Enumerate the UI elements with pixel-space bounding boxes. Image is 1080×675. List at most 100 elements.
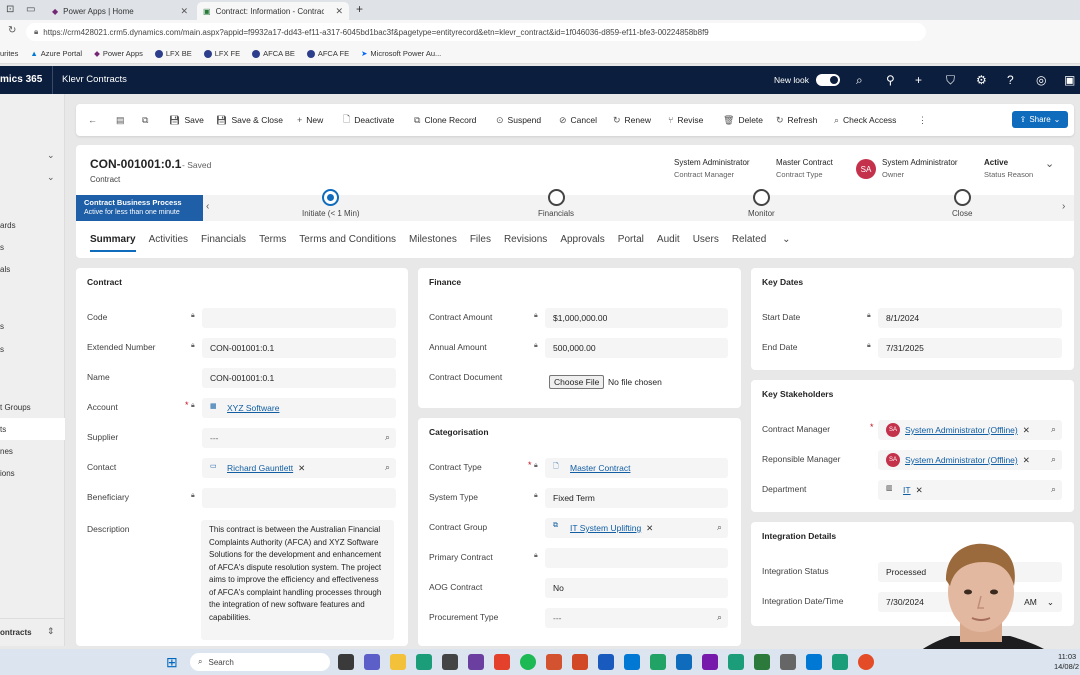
tab-files[interactable]: Files <box>470 234 491 252</box>
contract-group-lookup[interactable]: ⧉ IT System Uplifting ✕ ⌕ <box>545 518 728 538</box>
nav-item[interactable]: t Groups <box>0 403 31 412</box>
contract-amount-input[interactable]: $1,000,000.00 <box>545 308 728 328</box>
tab-milestones[interactable]: Milestones <box>409 234 457 252</box>
renew-button[interactable]: ↻ Renew <box>613 104 651 136</box>
more-commands-button[interactable]: ⋮ <box>918 104 927 136</box>
form-icon-button[interactable]: ▤ <box>116 104 125 136</box>
department-lookup[interactable]: ▥ IT ✕ ⌕ <box>878 480 1062 500</box>
tab-revisions[interactable]: Revisions <box>504 234 547 252</box>
aog-contract-input[interactable]: No <box>545 578 728 598</box>
choose-file-button[interactable]: Choose File <box>549 375 605 389</box>
cancel-button[interactable]: ⊘ Cancel <box>559 104 597 136</box>
remove-icon[interactable]: ✕ <box>1023 425 1030 436</box>
account-lookup[interactable]: ▦ XYZ Software <box>202 398 396 418</box>
chevron-down-icon[interactable]: ⌄ <box>47 172 55 183</box>
edge-icon[interactable] <box>832 654 848 670</box>
favorite-item[interactable]: ◆ Power Apps <box>94 49 143 58</box>
bpf-stage-financials[interactable]: Financials <box>538 189 574 218</box>
area-switcher[interactable]: ontracts ⇕ <box>0 618 65 646</box>
favorite-item[interactable]: urites <box>0 49 18 58</box>
remove-icon[interactable]: ✕ <box>1023 455 1030 466</box>
revise-button[interactable]: ⑂ Revise <box>668 104 703 136</box>
favorite-item[interactable]: LFX BE <box>154 49 192 58</box>
reponsible-manager-lookup[interactable]: SA System Administrator (Offline) ✕ ⌕ <box>878 450 1062 470</box>
chevron-down-icon[interactable]: ⌄ <box>47 150 55 161</box>
deactivate-button[interactable]: 🗋︎ Deactivate <box>343 104 394 136</box>
delete-button[interactable]: 🗑︎ Delete <box>723 104 763 136</box>
taskbar-search[interactable]: ⌕ Search <box>190 653 330 671</box>
remove-icon[interactable]: ✕ <box>916 485 923 496</box>
powerpoint-icon[interactable] <box>546 654 562 670</box>
procurement-type-lookup[interactable]: --- ⌕ <box>545 608 728 628</box>
nav-item-selected[interactable]: ts <box>0 418 65 440</box>
tab-contract[interactable]: ▣ Contract: Information - Contract ✕ <box>197 2 349 20</box>
vscode-icon[interactable] <box>624 654 640 670</box>
search-icon[interactable]: ⌕ <box>717 522 722 533</box>
search-icon[interactable]: ⌕ <box>1051 484 1056 495</box>
nav-item[interactable]: s <box>0 243 4 252</box>
save-close-button[interactable]: 💾︎ Save & Close <box>216 104 283 136</box>
favorite-item[interactable]: AFCA BE <box>252 49 295 58</box>
windows-start-icon[interactable]: ⊞ <box>166 654 178 671</box>
annual-amount-input[interactable]: 500,000.00 <box>545 338 728 358</box>
tab-portal[interactable]: Portal <box>618 234 644 252</box>
search-icon[interactable]: ⌕ <box>717 612 722 623</box>
word-icon[interactable] <box>598 654 614 670</box>
check-access-button[interactable]: ⌕ Check Access <box>834 104 896 136</box>
clock-date[interactable]: 14/08/2 <box>1054 662 1079 671</box>
nav-item[interactable]: s <box>0 345 4 354</box>
edge-icon[interactable] <box>416 654 432 670</box>
bpf-stage-monitor[interactable]: Monitor <box>748 189 775 218</box>
contract-manager-lookup[interactable]: SA System Administrator (Offline) ✕ ⌕ <box>878 420 1062 440</box>
copilot-icon[interactable]: ◎ <box>1036 73 1046 87</box>
chevron-left-icon[interactable]: ‹ <box>206 201 209 212</box>
settings-icon[interactable] <box>780 654 796 670</box>
bpf-stage-close[interactable]: Close <box>952 189 972 218</box>
add-icon[interactable]: + <box>915 73 922 87</box>
extended-number-input[interactable]: CON-001001:0.1 <box>202 338 396 358</box>
settings-gear-icon[interactable]: ⚙ <box>976 73 987 87</box>
expand-header-chevron-icon[interactable]: ⌄ <box>1045 157 1054 170</box>
end-date-input[interactable]: 7/31/2025 <box>878 338 1062 358</box>
tab-related[interactable]: Related ⌄ <box>732 234 804 252</box>
onenote-icon[interactable] <box>702 654 718 670</box>
chrome-icon[interactable] <box>858 654 874 670</box>
app-name[interactable]: Klevr Contracts <box>62 74 127 85</box>
back-button[interactable]: ← <box>88 104 97 136</box>
tab-actions-icon[interactable]: ▭ <box>26 4 35 15</box>
remove-icon[interactable]: ✕ <box>298 463 305 474</box>
refresh-button[interactable]: ↻ Refresh <box>776 104 817 136</box>
open-new-window-button[interactable]: ⧉ <box>142 104 148 136</box>
contract-type-lookup[interactable]: 🗋︎ Master Contract <box>545 458 728 478</box>
close-tab-icon[interactable]: ✕ <box>335 6 343 17</box>
suspend-button[interactable]: ⊙ Suspend <box>496 104 541 136</box>
chrome-icon[interactable] <box>650 654 666 670</box>
tab-approvals[interactable]: Approvals <box>560 234 604 252</box>
nav-item[interactable]: ards <box>0 221 16 230</box>
app-icon[interactable] <box>442 654 458 670</box>
filter-icon[interactable]: ⛉ <box>946 73 955 88</box>
tab-power-apps[interactable]: ◆ Power Apps | Home ✕ <box>46 2 194 20</box>
edge-icon[interactable] <box>728 654 744 670</box>
lightbulb-icon[interactable]: ⚲ <box>886 73 895 87</box>
beneficiary-input[interactable] <box>202 488 396 508</box>
tab-activities[interactable]: Activities <box>149 234 188 252</box>
tab-terms-and-conditions[interactable]: Terms and Conditions <box>299 234 396 252</box>
nav-item[interactable]: als <box>0 265 10 274</box>
contact-lookup[interactable]: ▭ Richard Gauntlett ✕ ⌕ <box>202 458 396 478</box>
favorite-item[interactable]: LFX FE <box>203 49 240 58</box>
code-input[interactable] <box>202 308 396 328</box>
favorite-item[interactable]: ➤ Microsoft Power Au... <box>361 49 441 58</box>
file-explorer-icon[interactable] <box>390 654 406 670</box>
nav-item[interactable]: s <box>0 322 4 331</box>
app-icon[interactable] <box>754 654 770 670</box>
remove-icon[interactable]: ✕ <box>646 523 653 534</box>
close-tab-icon[interactable]: ✕ <box>180 6 188 17</box>
search-icon[interactable]: ⌕ <box>1051 454 1056 465</box>
profile-icon[interactable]: ⊡ <box>6 4 14 15</box>
start-date-input[interactable]: 8/1/2024 <box>878 308 1062 328</box>
system-type-input[interactable]: Fixed Term <box>545 488 728 508</box>
refresh-icon[interactable]: ↻ <box>8 25 16 36</box>
nav-item[interactable]: nes <box>0 447 13 456</box>
teams-icon[interactable]: ▣ <box>1064 73 1075 87</box>
